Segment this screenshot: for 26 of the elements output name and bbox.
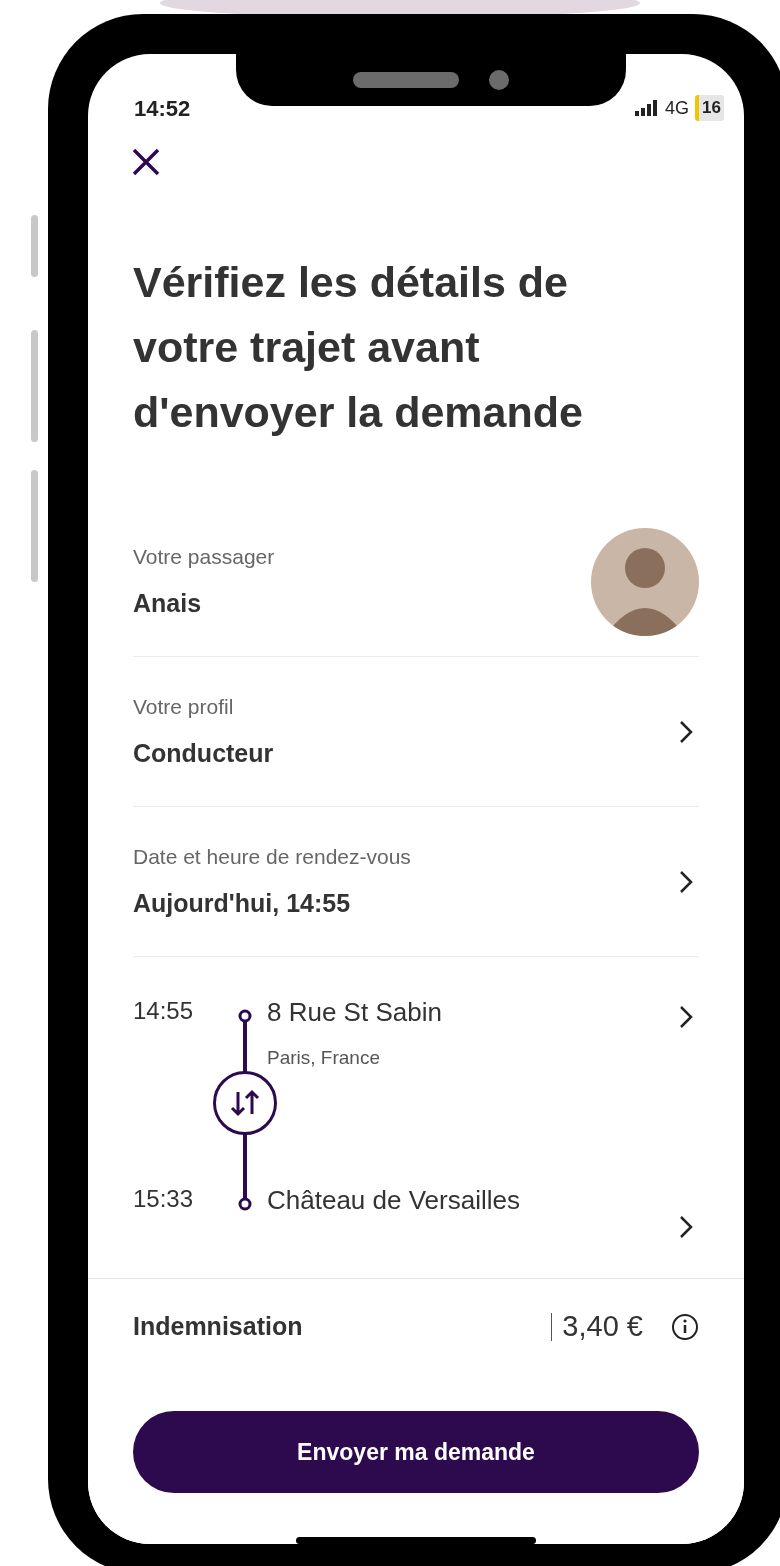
field-value: Aujourd'hui, 14:55 (133, 887, 352, 919)
network-label: 4G (665, 96, 690, 120)
stop-address: Château de Versailles (267, 1184, 520, 1217)
stop-address: 8 Rue St Sabin (267, 996, 442, 1029)
swap-button[interactable] (213, 1071, 277, 1135)
field-label: Date et heure de rendez-vous (133, 844, 411, 870)
compensation-amount: 3,40 € (562, 1309, 643, 1344)
status-time: 14:52 (134, 94, 191, 123)
chevron-icon[interactable] (679, 1005, 693, 1029)
signal-icon (635, 100, 660, 116)
chevron-icon[interactable] (679, 719, 693, 744)
chevron-icon[interactable] (679, 1215, 693, 1239)
field-label: Votre profil (133, 694, 235, 720)
page-title: Vérifiez les détails de votre trajet avant d'envoyer la demande (133, 257, 584, 438)
info-icon[interactable] (671, 1312, 699, 1341)
submit-button[interactable]: Envoyer ma demande (133, 1410, 699, 1494)
battery-level: 16 (695, 95, 724, 121)
field-value: Conducteur (133, 737, 274, 769)
field-label: Votre passager (133, 544, 275, 570)
swap-arrows-icon (228, 1089, 262, 1117)
stop-city: Paris, France (267, 1046, 381, 1070)
stop-time: 14:55 (133, 996, 195, 1026)
stop-time: 15:33 (133, 1184, 195, 1214)
compensation-label: Indemnisation (133, 1311, 303, 1342)
field-value: Anais (133, 587, 203, 619)
chevron-icon[interactable] (679, 869, 693, 894)
